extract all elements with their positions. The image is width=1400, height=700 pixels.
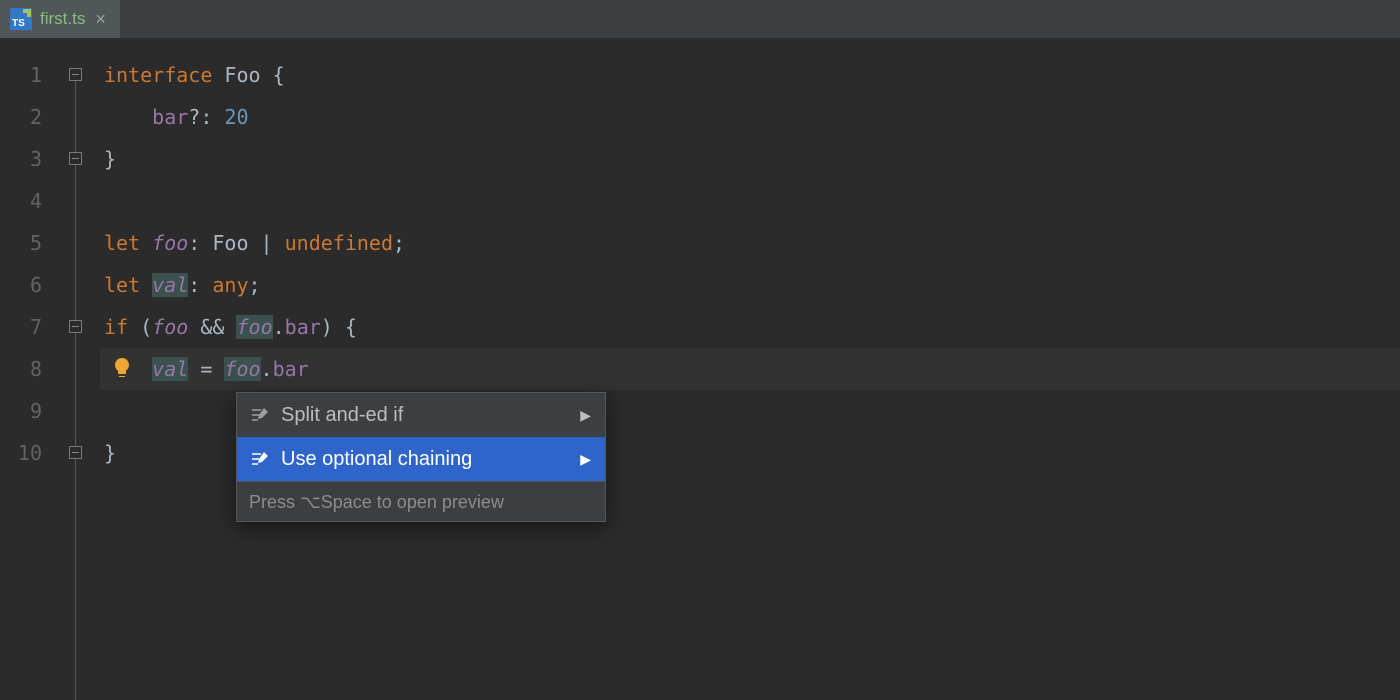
line-number: 3 [0,138,60,180]
intention-popup-hint: Press ⌥Space to open preview [237,481,605,521]
line-number-gutter: 1 2 3 4 5 6 7 8 9 10 [0,38,60,700]
line-number: 6 [0,264,60,306]
line-number: 7 [0,306,60,348]
line-number: 4 [0,180,60,222]
line-number: 1 [0,54,60,96]
code-line[interactable]: let val: any; [100,264,1400,306]
line-number: 9 [0,390,60,432]
submenu-arrow-icon: ▶ [580,451,591,468]
intention-action-split-if[interactable]: Split and-ed if ▶ [237,393,605,437]
code-line[interactable] [100,180,1400,222]
intention-bulb-icon[interactable] [110,356,134,380]
code-line[interactable]: } [100,138,1400,180]
code-area[interactable]: interface Foo { bar?: 20 } let foo: Foo … [100,38,1400,700]
fold-toggle-icon[interactable] [69,320,82,333]
line-number: 2 [0,96,60,138]
fold-toggle-icon[interactable] [69,446,82,459]
intention-action-optional-chaining[interactable]: Use optional chaining ▶ [237,437,605,481]
code-editor[interactable]: 1 2 3 4 5 6 7 8 9 10 interface Foo { bar… [0,38,1400,700]
intention-action-icon [249,405,269,425]
submenu-arrow-icon: ▶ [580,407,591,424]
intention-action-icon [249,449,269,469]
code-line[interactable]: if (foo && foo.bar) { [100,306,1400,348]
fold-toggle-icon[interactable] [69,152,82,165]
line-number: 10 [0,432,60,474]
code-line[interactable]: let foo: Foo | undefined; [100,222,1400,264]
intention-actions-popup: Split and-ed if ▶ Use optional chaining … [236,392,606,522]
line-number: 5 [0,222,60,264]
code-line[interactable]: val = foo.bar [100,348,1400,390]
close-tab-icon[interactable]: × [93,9,108,30]
fold-toggle-icon[interactable] [69,68,82,81]
fold-gutter [60,38,100,700]
line-number: 8 [0,348,60,390]
editor-tab[interactable]: TS first.ts × [0,0,120,38]
tab-filename: first.ts [40,9,85,29]
code-line[interactable]: interface Foo { [100,54,1400,96]
typescript-file-icon: TS [10,8,32,30]
tab-bar: TS first.ts × [0,0,1400,38]
code-line[interactable]: bar?: 20 [100,96,1400,138]
intention-action-label: Split and-ed if [281,404,403,427]
intention-action-label: Use optional chaining [281,448,472,471]
